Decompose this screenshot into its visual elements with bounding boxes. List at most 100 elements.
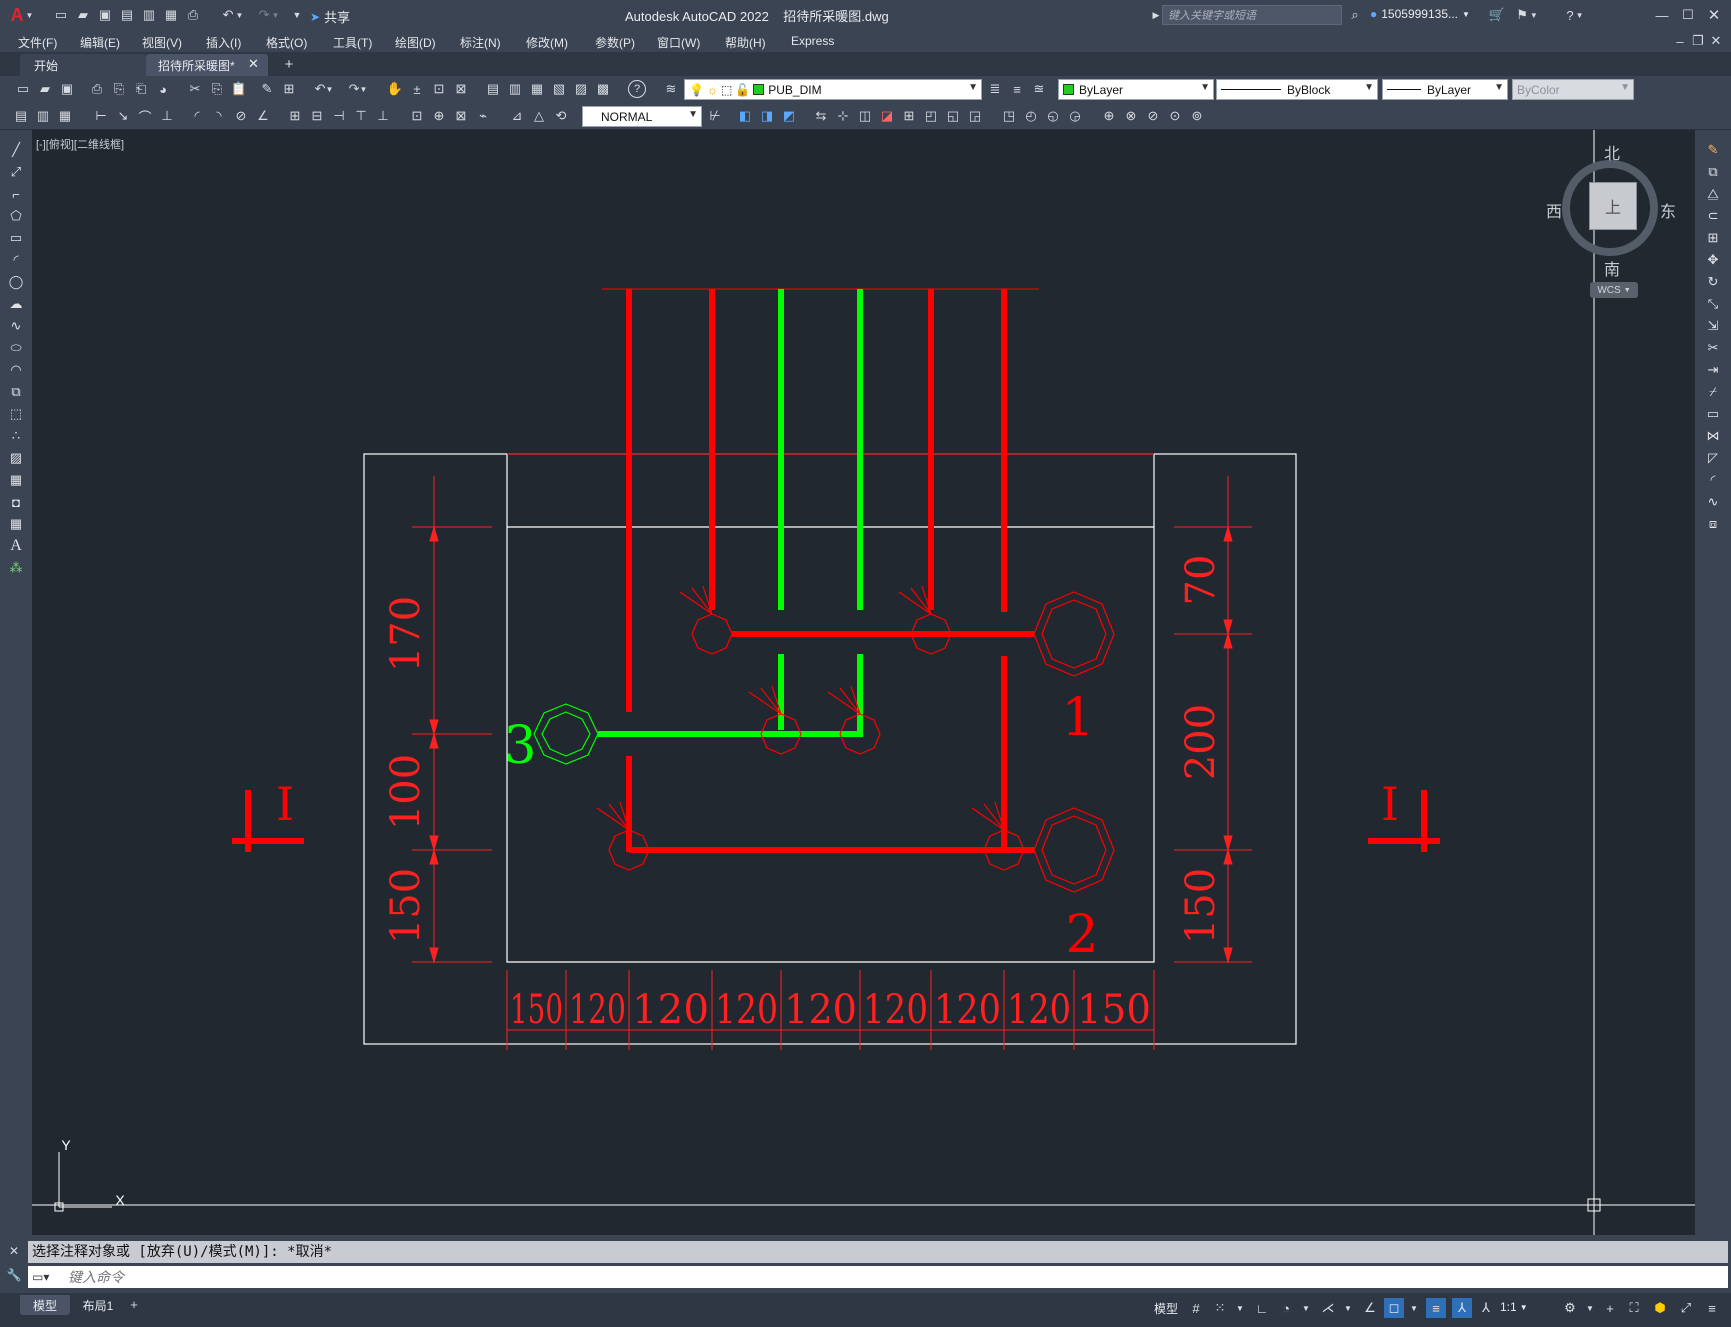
properties-icon[interactable]: ▤	[484, 80, 502, 98]
doc-restore-icon[interactable]: ❐	[1690, 33, 1706, 49]
iso-dropdown-icon[interactable]: ▼	[1338, 1298, 1358, 1318]
add-selected-icon[interactable]: ⁂	[6, 558, 26, 578]
share-button[interactable]: ➤ 共享	[310, 7, 350, 26]
break-point-icon[interactable]: ⌿	[1703, 382, 1723, 402]
extend-icon[interactable]: ⇥	[1703, 360, 1723, 380]
center-mark-icon[interactable]: ⊕	[430, 107, 448, 125]
modify-icon-1[interactable]: ◧	[736, 107, 754, 125]
auto-scale-icon[interactable]: ⅄	[1476, 1298, 1496, 1318]
scale-icon[interactable]: ⤡	[1703, 294, 1723, 314]
help-icon[interactable]: ?	[628, 80, 646, 98]
blend-icon[interactable]: ∿	[1703, 492, 1723, 512]
modify-icon-19[interactable]: ⊙	[1166, 107, 1184, 125]
zoom-previous-icon[interactable]: ⊠	[452, 80, 470, 98]
revcloud-icon[interactable]: ☁	[6, 294, 26, 314]
hardware-accel-icon[interactable]: ⬢	[1650, 1298, 1670, 1318]
menu-express[interactable]: Express	[791, 34, 834, 48]
sheet-set-icon[interactable]: ▧	[550, 80, 568, 98]
layout-tab-model[interactable]: 模型	[20, 1295, 70, 1315]
offset-icon[interactable]: ⊂	[1703, 206, 1723, 226]
3d-print-icon[interactable]: ◕	[154, 80, 172, 98]
arc-icon[interactable]: ◜	[6, 250, 26, 270]
grid-icon[interactable]: #	[1186, 1298, 1206, 1318]
dimstyle-dropdown[interactable]: NORMAL ▼	[582, 106, 702, 127]
mirror-icon[interactable]: ⧋	[1703, 184, 1723, 204]
search-input[interactable]: 键入关键字或短语	[1162, 5, 1342, 25]
dimstyle-manager-icon[interactable]: ⊬	[706, 107, 724, 125]
model-space-button[interactable]: 模型	[1154, 1300, 1178, 1317]
chamfer-icon[interactable]: ◸	[1703, 448, 1723, 468]
help-icon[interactable]: ? ▼	[1560, 6, 1590, 24]
tool-icon-3[interactable]: ▦	[56, 107, 74, 125]
command-input[interactable]: ▭▾ 键入命令	[28, 1266, 1728, 1288]
close-icon[interactable]: ✕	[1704, 6, 1724, 24]
drawing-svg[interactable]: 1 2 3 I I 170 100 150 70 200 150 150 120…	[32, 130, 1695, 1235]
close-tab-icon[interactable]: ✕	[248, 56, 259, 72]
modify-icon-13[interactable]: ◴	[1022, 107, 1040, 125]
compass-west[interactable]: 西	[1546, 198, 1562, 222]
open-icon[interactable]: ▰	[36, 80, 54, 98]
customize-status-icon[interactable]: ≡	[1702, 1298, 1722, 1318]
modify-icon-10[interactable]: ◱	[944, 107, 962, 125]
lineweight-icon[interactable]: ≡	[1426, 1298, 1446, 1318]
layer-properties-icon[interactable]: ≋	[662, 80, 680, 98]
fillet-icon[interactable]: ◜	[1703, 470, 1723, 490]
inspection-icon[interactable]: ⊠	[452, 107, 470, 125]
tool-palettes-icon[interactable]: ▦	[528, 80, 546, 98]
stretch-icon[interactable]: ⇲	[1703, 316, 1723, 336]
block-editor-icon[interactable]: ⊞	[280, 80, 298, 98]
undo-icon[interactable]: ↶ ▼	[220, 6, 246, 24]
markup-icon[interactable]: ▨	[572, 80, 590, 98]
app-menu-button[interactable]: A ▼	[6, 4, 38, 26]
rectangle-icon[interactable]: ▭	[6, 228, 26, 248]
modify-icon-4[interactable]: ⇆	[812, 107, 830, 125]
snap-dropdown-icon[interactable]: ▼	[1230, 1298, 1250, 1318]
object-tracking-icon[interactable]: ∠	[1360, 1298, 1380, 1318]
layer-state-icon[interactable]: ≊	[1030, 80, 1048, 98]
tolerance-icon[interactable]: ⊡	[408, 107, 426, 125]
rotate-icon[interactable]: ↻	[1703, 272, 1723, 292]
layer-previous-icon[interactable]: ≡	[1008, 80, 1026, 98]
make-current-icon[interactable]: ≣	[986, 80, 1004, 98]
viewcube[interactable]: 上 北 南 东 西 WCS ▼	[1542, 140, 1676, 298]
units-icon[interactable]: ⛶	[1624, 1298, 1644, 1318]
save-icon[interactable]: ▣	[96, 6, 114, 24]
make-block-icon[interactable]: ⬚	[6, 404, 26, 424]
compass-south[interactable]: 南	[1604, 256, 1620, 280]
insert-block-icon[interactable]: ⧉	[6, 382, 26, 402]
customize-qat-icon[interactable]: ▼	[290, 6, 304, 24]
copy-object-icon[interactable]: ⧉	[1703, 162, 1723, 182]
region-icon[interactable]: ◘	[6, 492, 26, 512]
modify-icon-7[interactable]: ◪	[878, 107, 896, 125]
cart-icon[interactable]: 🛒	[1488, 6, 1506, 24]
construction-line-icon[interactable]: ⤢	[6, 162, 26, 182]
ortho-icon[interactable]: ∟	[1252, 1298, 1272, 1318]
explode-icon[interactable]: ⧈	[1703, 514, 1723, 534]
menu-window[interactable]: 窗口(W)	[657, 34, 700, 51]
modify-icon-5[interactable]: ⊹	[834, 107, 852, 125]
modify-icon-9[interactable]: ◰	[922, 107, 940, 125]
open-web-icon[interactable]: ▥	[140, 6, 158, 24]
workspace-icon[interactable]: ⚙	[1560, 1298, 1580, 1318]
autodesk-app-icon[interactable]: ⚑ ▼	[1512, 6, 1542, 24]
doc-close-icon[interactable]: ✕	[1708, 33, 1724, 49]
modify-icon-3[interactable]: ◩	[780, 107, 798, 125]
new-icon[interactable]: ▭	[14, 80, 32, 98]
menu-draw[interactable]: 绘图(D)	[395, 34, 436, 51]
search-icon[interactable]: ⌕	[1346, 6, 1364, 24]
paste-icon[interactable]: 📋	[230, 80, 248, 98]
linear-dim-icon[interactable]: ⊢	[92, 107, 110, 125]
array-icon[interactable]: ⊞	[1703, 228, 1723, 248]
undo-icon[interactable]: ↶ ▼	[310, 80, 338, 98]
table-icon[interactable]: ▦	[6, 514, 26, 534]
radius-dim-icon[interactable]: ◜	[188, 107, 206, 125]
user-account[interactable]: ● 1505999135... ▼	[1370, 7, 1470, 21]
modify-icon-11[interactable]: ◲	[966, 107, 984, 125]
polygon-icon[interactable]: ⬠	[6, 206, 26, 226]
join-icon[interactable]: ⋈	[1703, 426, 1723, 446]
color-dropdown[interactable]: ByLayer ▼	[1058, 79, 1214, 100]
circle-icon[interactable]: ◯	[6, 272, 26, 292]
menu-modify[interactable]: 修改(M)	[526, 34, 568, 51]
design-center-icon[interactable]: ▥	[506, 80, 524, 98]
pan-icon[interactable]: ✋	[386, 80, 404, 98]
